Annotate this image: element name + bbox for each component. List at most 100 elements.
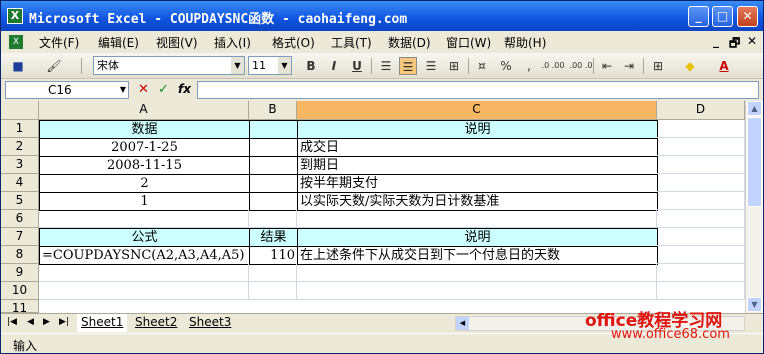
- mdi-close-button[interactable]: ✕: [747, 34, 757, 48]
- column-header-d[interactable]: D: [657, 101, 745, 120]
- cell-d1[interactable]: [657, 120, 745, 138]
- menu-edit[interactable]: 编辑(E): [98, 34, 139, 51]
- cell-c5[interactable]: 以实际天数/实际天数为日计数基准: [297, 192, 658, 211]
- workbook-icon[interactable]: X: [9, 35, 23, 49]
- column-header-c[interactable]: C: [297, 101, 657, 120]
- menu-file[interactable]: 文件(F): [39, 34, 79, 51]
- cell-b1[interactable]: [249, 120, 298, 139]
- name-box[interactable]: C16 ▼: [5, 81, 129, 99]
- cell-d10[interactable]: [657, 282, 745, 300]
- row-header[interactable]: 6: [1, 210, 39, 228]
- borders-icon[interactable]: ⊞: [649, 57, 667, 75]
- increase-decimal-button[interactable]: .0 .00: [539, 57, 567, 75]
- cell-d4[interactable]: [657, 174, 745, 192]
- column-header-b[interactable]: B: [249, 101, 297, 120]
- chevron-down-icon[interactable]: ▼: [120, 82, 126, 98]
- cell-c3[interactable]: 到期日: [297, 156, 658, 175]
- cell-b6[interactable]: [249, 210, 297, 228]
- mdi-minimize-button[interactable]: _: [713, 34, 719, 48]
- insert-function-icon[interactable]: fx: [178, 82, 191, 96]
- underline-button[interactable]: U: [348, 57, 366, 75]
- cell-c2[interactable]: 成交日: [297, 138, 658, 157]
- cell-d2[interactable]: [657, 138, 745, 156]
- cell-d9[interactable]: [657, 264, 745, 282]
- menu-format[interactable]: 格式(O): [272, 34, 315, 51]
- fill-color-icon[interactable]: ◆: [681, 57, 699, 75]
- row-header[interactable]: 2: [1, 138, 39, 156]
- row-header[interactable]: 9: [1, 264, 39, 282]
- cell-a9[interactable]: [39, 264, 249, 282]
- cell-b3[interactable]: [249, 156, 298, 175]
- increase-indent-icon[interactable]: ⇥: [620, 57, 638, 75]
- row-header[interactable]: 4: [1, 174, 39, 192]
- font-color-icon[interactable]: A: [715, 57, 733, 75]
- font-name-select[interactable]: 宋体 ▼: [93, 56, 245, 75]
- menu-help[interactable]: 帮助(H): [504, 34, 546, 51]
- cell-b2[interactable]: [249, 138, 298, 157]
- cell-d8[interactable]: [657, 246, 745, 264]
- enter-icon[interactable]: ✓: [158, 82, 169, 97]
- cell-a3[interactable]: 2008-11-15: [39, 156, 250, 175]
- cell-c6[interactable]: [297, 210, 657, 228]
- cell-a6[interactable]: [39, 210, 249, 228]
- last-sheet-icon[interactable]: ▶|: [59, 317, 69, 327]
- mdi-restore-button[interactable]: 🗗: [729, 34, 740, 55]
- cell-a7[interactable]: 公式: [39, 228, 250, 247]
- currency-icon[interactable]: ¤: [473, 57, 491, 75]
- vertical-scroll-thumb[interactable]: [747, 117, 762, 207]
- menu-window[interactable]: 窗口(W): [446, 34, 491, 51]
- chevron-down-icon[interactable]: ▼: [231, 57, 244, 74]
- tab-sheet2[interactable]: Sheet2: [131, 314, 182, 332]
- minimize-button[interactable]: _: [688, 6, 709, 27]
- cell-a2[interactable]: 2007-1-25: [39, 138, 250, 157]
- row-header[interactable]: 3: [1, 156, 39, 174]
- select-all-corner[interactable]: [1, 101, 39, 120]
- align-left-icon[interactable]: ☰: [377, 57, 395, 75]
- cell-c4[interactable]: 按半年期支付: [297, 174, 658, 193]
- prev-sheet-icon[interactable]: ◀: [27, 317, 34, 327]
- cell-d5[interactable]: [657, 192, 745, 210]
- cell-b5[interactable]: [249, 192, 298, 211]
- first-sheet-icon[interactable]: |◀: [7, 317, 17, 327]
- cell-d7[interactable]: [657, 228, 745, 246]
- cell-d3[interactable]: [657, 156, 745, 174]
- vertical-scrollbar[interactable]: ▲ ▼: [745, 101, 762, 313]
- cell-c1[interactable]: 说明: [297, 120, 658, 139]
- cell-d6[interactable]: [657, 210, 745, 228]
- row-header[interactable]: 7: [1, 228, 39, 246]
- menu-view[interactable]: 视图(V): [156, 34, 198, 51]
- cell-a5[interactable]: 1: [39, 192, 250, 211]
- chevron-down-icon[interactable]: ▼: [278, 57, 291, 74]
- decrease-decimal-button[interactable]: .00 .0: [567, 57, 595, 75]
- menu-data[interactable]: 数据(D): [388, 34, 431, 51]
- formula-input[interactable]: [197, 81, 759, 99]
- cell-c9[interactable]: [297, 264, 657, 282]
- row-header[interactable]: 10: [1, 282, 39, 300]
- row-header[interactable]: 11: [1, 300, 39, 313]
- comma-button[interactable]: ,: [520, 57, 538, 75]
- font-size-select[interactable]: 11 ▼: [248, 56, 292, 75]
- cell-c7[interactable]: 说明: [297, 228, 658, 247]
- cell-b7[interactable]: 结果: [249, 228, 298, 247]
- cell-c8[interactable]: 在上述条件下从成交日到下一个付息日的天数: [297, 246, 658, 265]
- cell-b9[interactable]: [249, 264, 297, 282]
- decrease-indent-icon[interactable]: ⇤: [598, 57, 616, 75]
- merge-center-icon[interactable]: ⊞: [445, 57, 463, 75]
- cell-b4[interactable]: [249, 174, 298, 193]
- row-header[interactable]: 8: [1, 246, 39, 264]
- scroll-left-icon[interactable]: ◀: [456, 317, 469, 330]
- menu-tools[interactable]: 工具(T): [331, 34, 372, 51]
- italic-button[interactable]: I: [325, 57, 343, 75]
- cell-a1[interactable]: 数据: [39, 120, 250, 139]
- tab-sheet1[interactable]: Sheet1: [77, 314, 128, 332]
- cancel-icon[interactable]: ✕: [138, 82, 149, 97]
- percent-button[interactable]: %: [497, 57, 515, 75]
- format-painter-icon[interactable]: 🖌: [45, 57, 63, 75]
- scroll-up-icon[interactable]: ▲: [747, 101, 762, 116]
- cell-c10[interactable]: [297, 282, 657, 300]
- align-center-icon[interactable]: ☰: [399, 57, 417, 75]
- row-header[interactable]: 5: [1, 192, 39, 210]
- bold-button[interactable]: B: [302, 57, 320, 75]
- column-header-a[interactable]: A: [39, 101, 249, 120]
- menu-insert[interactable]: 插入(I): [214, 34, 251, 51]
